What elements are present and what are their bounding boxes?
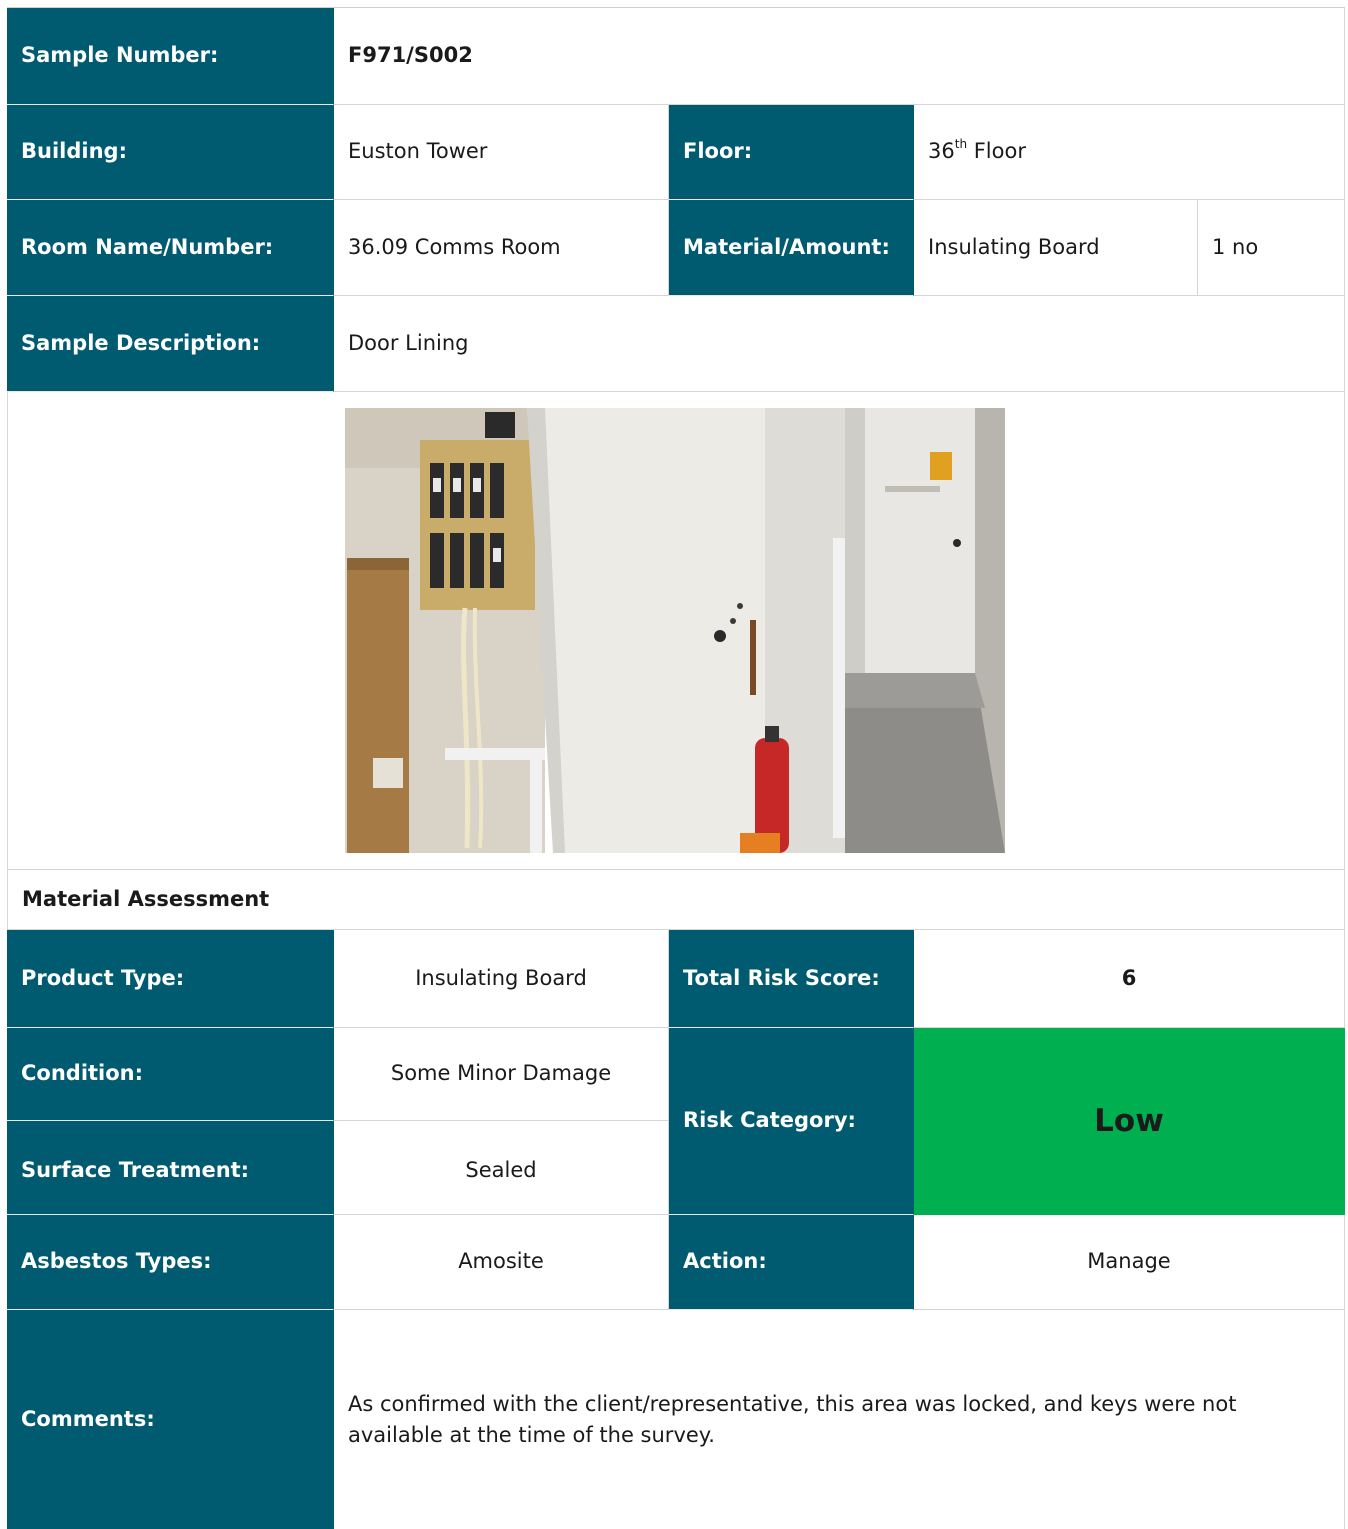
surface-treatment-value: Sealed xyxy=(334,1121,669,1215)
building-value-text: Euston Tower xyxy=(348,139,488,164)
asbestos-types-value-text: Amosite xyxy=(458,1249,544,1274)
condition-value: Some Minor Damage xyxy=(334,1028,669,1121)
amount-value: 1 no xyxy=(1198,200,1345,296)
comments-value-text: As confirmed with the client/representat… xyxy=(348,1392,1237,1447)
floor-ordinal-suffix: th xyxy=(954,137,968,152)
risk-category-label: Risk Category: xyxy=(669,1028,914,1215)
action-label-text: Action: xyxy=(683,1249,767,1274)
floor-label: Floor: xyxy=(669,105,914,200)
surface-treatment-value-text: Sealed xyxy=(465,1157,537,1182)
description-label-text: Sample Description: xyxy=(21,330,261,355)
comments-value: As confirmed with the client/representat… xyxy=(334,1310,1345,1529)
building-value: Euston Tower xyxy=(334,105,669,200)
floor-value: 36th Floor xyxy=(914,105,1345,200)
condition-value-text: Some Minor Damage xyxy=(390,1061,612,1086)
material-value: Insulating Board xyxy=(914,200,1198,296)
total-risk-score-label: Total Risk Score: xyxy=(669,930,914,1028)
sample-number-label: Sample Number: xyxy=(7,8,334,105)
floor-value-text: 36th Floor xyxy=(928,137,1026,165)
room-label-text: Room Name/Number: xyxy=(21,234,274,259)
room-value: 36.09 Comms Room xyxy=(334,200,669,296)
risk-category-value: Low xyxy=(914,1028,1345,1215)
description-label: Sample Description: xyxy=(7,296,334,392)
action-value: Manage xyxy=(914,1215,1345,1310)
material-label-text: Material/Amount: xyxy=(683,234,890,259)
condition-label-text: Condition: xyxy=(21,1061,144,1086)
risk-category-label-text: Risk Category: xyxy=(683,1108,856,1133)
floor-word: Floor xyxy=(967,139,1026,164)
risk-category-value-text: Low xyxy=(1094,1102,1164,1139)
floor-number: 36 xyxy=(928,139,955,164)
amount-value-text: 1 no xyxy=(1212,234,1259,259)
room-value-text: 36.09 Comms Room xyxy=(348,234,561,259)
floor-label-text: Floor: xyxy=(683,139,753,164)
surface-treatment-label-text: Surface Treatment: xyxy=(21,1157,250,1182)
description-value-text: Door Lining xyxy=(348,330,469,355)
surface-treatment-label: Surface Treatment: xyxy=(7,1121,334,1215)
action-label: Action: xyxy=(669,1215,914,1310)
sample-photo xyxy=(345,408,1005,853)
material-value-text: Insulating Board xyxy=(928,234,1100,259)
total-risk-score-value-text: 6 xyxy=(1121,965,1137,990)
comments-label: Comments: xyxy=(7,1310,334,1529)
asbestos-types-label: Asbestos Types: xyxy=(7,1215,334,1310)
sample-sheet-table: Sample Number: F971/S002 Building: Eusto… xyxy=(0,0,1348,1529)
total-risk-score-value: 6 xyxy=(914,930,1345,1028)
sample-photo-image xyxy=(345,408,1005,853)
room-label: Room Name/Number: xyxy=(7,200,334,296)
product-type-label: Product Type: xyxy=(7,930,334,1028)
building-label: Building: xyxy=(7,105,334,200)
material-assessment-heading: Material Assessment xyxy=(7,870,1345,930)
asbestos-types-label-text: Asbestos Types: xyxy=(21,1249,212,1274)
product-type-value: Insulating Board xyxy=(334,930,669,1028)
total-risk-score-label-text: Total Risk Score: xyxy=(683,965,880,990)
comments-label-text: Comments: xyxy=(21,1406,155,1431)
product-type-value-text: Insulating Board xyxy=(415,965,587,990)
description-value: Door Lining xyxy=(334,296,1345,392)
product-type-label-text: Product Type: xyxy=(21,965,185,990)
condition-label: Condition: xyxy=(7,1028,334,1121)
asbestos-types-value: Amosite xyxy=(334,1215,669,1310)
action-value-text: Manage xyxy=(1087,1249,1171,1274)
material-label: Material/Amount: xyxy=(669,200,914,296)
sample-number-value: F971/S002 xyxy=(334,8,1345,105)
material-assessment-heading-text: Material Assessment xyxy=(22,886,270,911)
sample-number-label-text: Sample Number: xyxy=(21,43,219,68)
building-label-text: Building: xyxy=(21,139,127,164)
sample-number-value-text: F971/S002 xyxy=(348,43,473,68)
